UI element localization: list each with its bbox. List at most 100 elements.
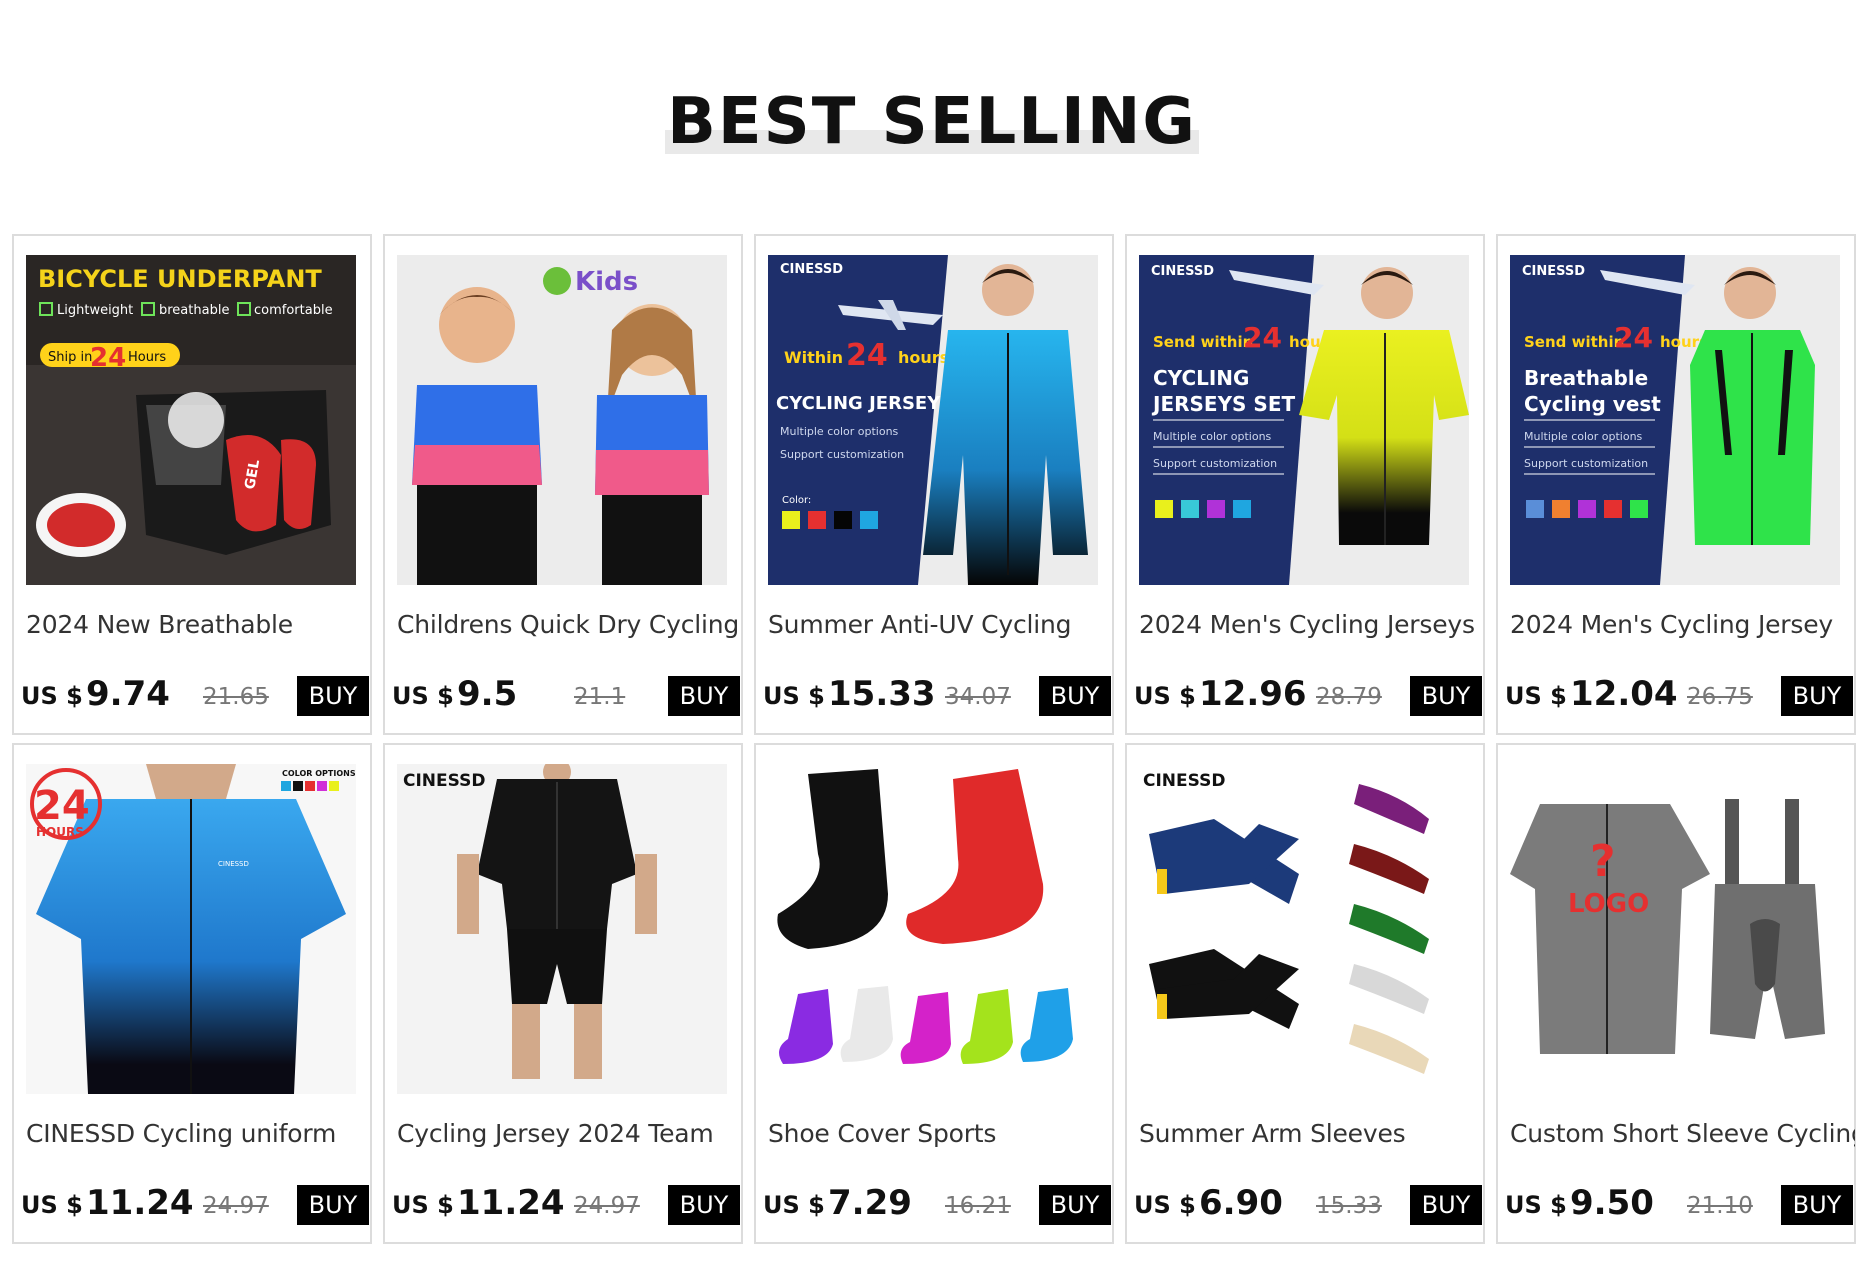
buy-button[interactable]: BUY xyxy=(1781,676,1853,716)
green-vest-banner-image: CINESSD Send within 24 hours Breathable … xyxy=(1510,255,1840,585)
product-card[interactable]: 24 HOURS COLOR OPTIONS: CINESSD CINESSD … xyxy=(12,743,372,1244)
section-title: BEST SELLING xyxy=(667,85,1197,159)
price-row: US $ 11.24 24.97 BUY xyxy=(392,1183,740,1227)
product-title[interactable]: Childrens Quick Dry Cycling xyxy=(397,610,742,639)
svg-text:Multiple color options: Multiple color options xyxy=(1153,430,1272,443)
original-price: 15.33 xyxy=(1316,1193,1382,1219)
currency-label: US $ xyxy=(763,682,825,710)
product-title[interactable]: CINESSD Cycling uniform xyxy=(26,1119,371,1148)
svg-text:LOGO: LOGO xyxy=(1568,889,1649,919)
svg-text:CYCLING: CYCLING xyxy=(1153,366,1249,390)
svg-text:Multiple color options: Multiple color options xyxy=(780,425,899,438)
buy-button[interactable]: BUY xyxy=(297,676,369,716)
currency-label: US $ xyxy=(763,1191,825,1219)
svg-text:hours: hours xyxy=(898,348,949,367)
product-image[interactable] xyxy=(768,764,1098,1094)
buy-button[interactable]: BUY xyxy=(668,1185,740,1225)
sale-price: 9.74 xyxy=(86,674,170,714)
svg-text:Send within: Send within xyxy=(1153,333,1253,351)
product-title[interactable]: 2024 Men's Cycling Jerseys xyxy=(1139,610,1484,639)
product-card[interactable]: ? LOGO Custom Short Sleeve Cycling US $ … xyxy=(1496,743,1856,1244)
sale-price: 12.96 xyxy=(1199,674,1307,714)
sale-price: 7.29 xyxy=(828,1183,912,1223)
svg-text:CINESSD: CINESSD xyxy=(780,262,843,277)
svg-text:24: 24 xyxy=(90,343,126,373)
buy-button[interactable]: BUY xyxy=(1039,676,1111,716)
currency-label: US $ xyxy=(1134,1191,1196,1219)
original-price: 28.79 xyxy=(1316,684,1382,710)
product-title[interactable]: Custom Short Sleeve Cycling xyxy=(1510,1119,1855,1148)
buy-button[interactable]: BUY xyxy=(1781,1185,1853,1225)
svg-text:CINESSD: CINESSD xyxy=(1151,264,1214,279)
sale-price: 9.5 xyxy=(457,674,518,714)
price-row: US $ 15.33 34.07 BUY xyxy=(763,674,1111,718)
product-image[interactable]: CINESSD xyxy=(397,764,727,1094)
original-price: 21.1 xyxy=(574,684,626,710)
svg-text:Cycling vest: Cycling vest xyxy=(1524,392,1661,416)
underpant-banner-image: BICYCLE UNDERPANT Lightweight breathable… xyxy=(26,255,356,585)
sale-price: 11.24 xyxy=(86,1183,194,1223)
product-card[interactable]: CINESSD Cycling Jersey 2024 Team US $ 11… xyxy=(383,743,743,1244)
product-image[interactable]: BICYCLE UNDERPANT Lightweight breathable… xyxy=(26,255,356,585)
product-image[interactable]: 24 HOURS COLOR OPTIONS: CINESSD xyxy=(26,764,356,1094)
svg-text:Lightweight: Lightweight xyxy=(57,303,133,318)
section-header: BEST SELLING xyxy=(0,0,1864,230)
product-title[interactable]: Cycling Jersey 2024 Team xyxy=(397,1119,742,1148)
product-image[interactable]: ? LOGO xyxy=(1510,764,1840,1094)
product-title[interactable]: 2024 New Breathable xyxy=(26,610,371,639)
svg-text:?: ? xyxy=(1590,836,1616,887)
price-row: US $ 11.24 24.97 BUY xyxy=(21,1183,369,1227)
svg-text:Breathable: Breathable xyxy=(1524,366,1648,390)
product-image[interactable]: CINESSD Send within 24 hours CYCLING JER… xyxy=(1139,255,1469,585)
currency-label: US $ xyxy=(392,1191,454,1219)
kids-jersey-image: Kids xyxy=(397,255,727,585)
original-price: 21.65 xyxy=(203,684,269,710)
product-image[interactable]: CINESSD Within 24 hours CYCLING JERSEY M… xyxy=(768,255,1098,585)
product-card[interactable]: Shoe Cover Sports US $ 7.29 16.21 BUY xyxy=(754,743,1114,1244)
currency-label: US $ xyxy=(1134,682,1196,710)
product-title[interactable]: 2024 Men's Cycling Jersey xyxy=(1510,610,1855,639)
product-card[interactable]: Kids Childrens Quick Dry Cycling US $ 9.… xyxy=(383,234,743,735)
currency-label: US $ xyxy=(1505,1191,1567,1219)
svg-text:24: 24 xyxy=(1243,321,1282,354)
svg-text:Color:: Color: xyxy=(782,495,811,506)
buy-button[interactable]: BUY xyxy=(1410,676,1482,716)
product-image[interactable]: CINESSD Send within 24 hours Breathable … xyxy=(1510,255,1840,585)
arm-sleeves-image: CINESSD xyxy=(1139,764,1469,1094)
svg-text:24: 24 xyxy=(1614,321,1653,354)
product-title[interactable]: Summer Anti-UV Cycling xyxy=(768,610,1113,639)
product-image[interactable]: CINESSD xyxy=(1139,764,1469,1094)
currency-label: US $ xyxy=(392,682,454,710)
price-row: US $ 9.5 21.1 BUY xyxy=(392,674,740,718)
svg-text:JERSEYS SET: JERSEYS SET xyxy=(1151,392,1295,416)
currency-label: US $ xyxy=(21,1191,83,1219)
buy-button[interactable]: BUY xyxy=(1039,1185,1111,1225)
product-image[interactable]: Kids xyxy=(397,255,727,585)
product-card[interactable]: CINESSD Within 24 hours CYCLING JERSEY M… xyxy=(754,234,1114,735)
original-price: 24.97 xyxy=(203,1193,269,1219)
svg-text:Within: Within xyxy=(784,348,843,367)
custom-kit-image: ? LOGO xyxy=(1510,764,1840,1094)
currency-label: US $ xyxy=(1505,682,1567,710)
price-row: US $ 9.74 21.65 BUY xyxy=(21,674,369,718)
svg-text:Hours: Hours xyxy=(128,350,166,365)
gradient-jersey-image: 24 HOURS COLOR OPTIONS: CINESSD xyxy=(26,764,356,1094)
svg-text:comfortable: comfortable xyxy=(254,303,333,318)
buy-button[interactable]: BUY xyxy=(297,1185,369,1225)
product-card[interactable]: CINESSD Summer Arm Sleeves US $ 6.90 15.… xyxy=(1125,743,1485,1244)
buy-button[interactable]: BUY xyxy=(668,676,740,716)
product-card[interactable]: CINESSD Send within 24 hours CYCLING JER… xyxy=(1125,234,1485,735)
product-title[interactable]: Summer Arm Sleeves xyxy=(1139,1119,1484,1148)
kids-logo-text: Kids xyxy=(575,267,638,297)
svg-text:CYCLING JERSEY: CYCLING JERSEY xyxy=(776,393,941,414)
svg-text:24: 24 xyxy=(846,338,888,373)
yellow-jersey-banner-image: CINESSD Send within 24 hours CYCLING JER… xyxy=(1139,255,1469,585)
svg-text:CINESSD: CINESSD xyxy=(1143,771,1225,791)
product-card[interactable]: BICYCLE UNDERPANT Lightweight breathable… xyxy=(12,234,372,735)
product-card[interactable]: CINESSD Send within 24 hours Breathable … xyxy=(1496,234,1856,735)
buy-button[interactable]: BUY xyxy=(1410,1185,1482,1225)
original-price: 24.97 xyxy=(574,1193,640,1219)
product-title[interactable]: Shoe Cover Sports xyxy=(768,1119,1113,1148)
svg-text:breathable: breathable xyxy=(159,303,229,318)
svg-text:CINESSD: CINESSD xyxy=(218,860,249,868)
